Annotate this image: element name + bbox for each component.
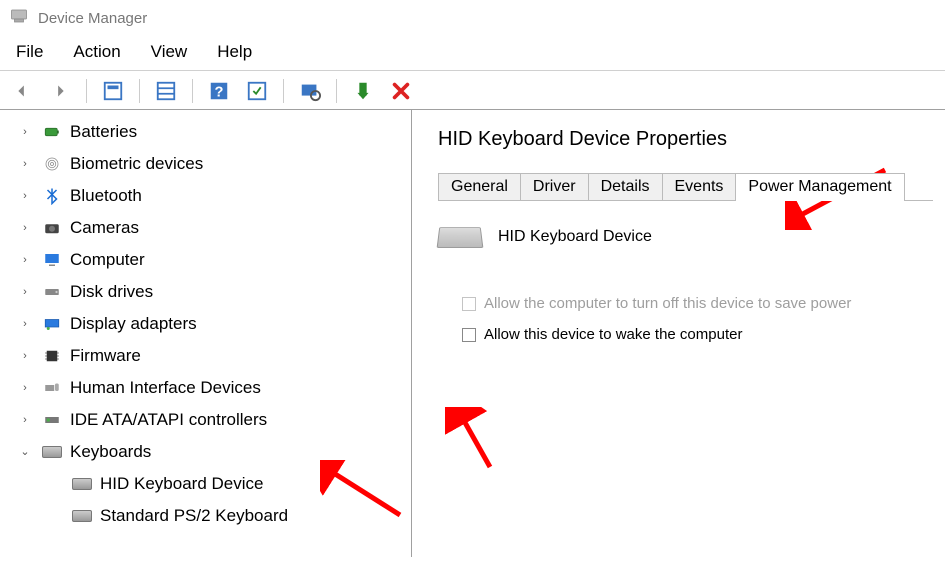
- tree-label: Firmware: [70, 343, 141, 369]
- camera-icon: [42, 218, 62, 238]
- tree-item-batteries[interactable]: › Batteries: [0, 116, 411, 148]
- keyboard-icon: [437, 227, 484, 248]
- computer-icon: [42, 250, 62, 270]
- hid-icon: [42, 378, 62, 398]
- ide-icon: [42, 410, 62, 430]
- chevron-right-icon[interactable]: ›: [16, 311, 34, 337]
- checkbox-label: Allow the computer to turn off this devi…: [484, 295, 851, 312]
- tab-power-management[interactable]: Power Management: [735, 173, 904, 200]
- tree-item-hid-keyboard[interactable]: HID Keyboard Device: [0, 468, 411, 500]
- tab-events[interactable]: Events: [662, 173, 737, 200]
- tree-item-computer[interactable]: › Computer: [0, 244, 411, 276]
- tree-item-bluetooth[interactable]: › Bluetooth: [0, 180, 411, 212]
- toolbar: ?: [0, 71, 945, 110]
- tree-label: Cameras: [70, 215, 139, 241]
- menu-file[interactable]: File: [10, 40, 49, 64]
- back-button[interactable]: [8, 77, 36, 105]
- chevron-right-icon[interactable]: ›: [16, 215, 34, 241]
- device-tree: › Batteries › Biometric devices › Blueto…: [0, 110, 412, 557]
- display-icon: [42, 314, 62, 334]
- chevron-right-icon[interactable]: ›: [16, 247, 34, 273]
- biometric-icon: [42, 154, 62, 174]
- keyboard-icon: [72, 474, 92, 494]
- device-header: HID Keyboard Device: [438, 225, 933, 249]
- tab-driver[interactable]: Driver: [520, 173, 589, 200]
- tree-item-cameras[interactable]: › Cameras: [0, 212, 411, 244]
- tree-item-keyboards[interactable]: ⌄ Keyboards: [0, 436, 411, 468]
- menubar: File Action View Help: [0, 36, 945, 71]
- table-icon[interactable]: [152, 77, 180, 105]
- properties-tabs: General Driver Details Events Power Mana…: [438, 173, 933, 201]
- battery-icon: [42, 122, 62, 142]
- firmware-icon: [42, 346, 62, 366]
- checkbox-turn-off: Allow the computer to turn off this devi…: [462, 295, 933, 312]
- forward-button[interactable]: [46, 77, 74, 105]
- chevron-right-icon[interactable]: ›: [16, 119, 34, 145]
- keyboard-icon: [42, 442, 62, 462]
- checkbox-label: Allow this device to wake the computer: [484, 326, 742, 343]
- tab-general[interactable]: General: [438, 173, 521, 200]
- chevron-right-icon[interactable]: ›: [16, 279, 34, 305]
- delete-icon[interactable]: [387, 77, 415, 105]
- tree-item-disk-drives[interactable]: › Disk drives: [0, 276, 411, 308]
- window-title: Device Manager: [38, 10, 147, 27]
- device-name: HID Keyboard Device: [498, 228, 652, 246]
- app-icon: [10, 7, 28, 30]
- chevron-right-icon[interactable]: ›: [16, 375, 34, 401]
- chevron-right-icon[interactable]: ›: [16, 183, 34, 209]
- tree-label: Keyboards: [70, 439, 151, 465]
- checkbox-icon[interactable]: [462, 328, 476, 342]
- chevron-right-icon[interactable]: ›: [16, 343, 34, 369]
- tree-item-ps2-keyboard[interactable]: Standard PS/2 Keyboard: [0, 500, 411, 532]
- chevron-right-icon[interactable]: ›: [16, 151, 34, 177]
- checkbox-wake[interactable]: Allow this device to wake the computer: [462, 326, 933, 343]
- properties-icon[interactable]: [99, 77, 127, 105]
- tree-label: IDE ATA/ATAPI controllers: [70, 407, 267, 433]
- tab-details[interactable]: Details: [588, 173, 663, 200]
- properties-panel: HID Keyboard Device Properties General D…: [412, 110, 945, 557]
- tree-label: Human Interface Devices: [70, 375, 261, 401]
- tree-label: HID Keyboard Device: [100, 471, 263, 497]
- tree-item-biometric[interactable]: › Biometric devices: [0, 148, 411, 180]
- tree-item-firmware[interactable]: › Firmware: [0, 340, 411, 372]
- chevron-down-icon[interactable]: ⌄: [16, 439, 34, 465]
- tree-label: Biometric devices: [70, 151, 203, 177]
- tree-item-ide[interactable]: › IDE ATA/ATAPI controllers: [0, 404, 411, 436]
- enable-icon[interactable]: [349, 77, 377, 105]
- content: › Batteries › Biometric devices › Blueto…: [0, 110, 945, 557]
- titlebar: Device Manager: [0, 0, 945, 36]
- tree-label: Standard PS/2 Keyboard: [100, 503, 288, 529]
- tree-item-hid[interactable]: › Human Interface Devices: [0, 372, 411, 404]
- chevron-right-icon[interactable]: ›: [16, 407, 34, 433]
- properties-title: HID Keyboard Device Properties: [438, 128, 933, 151]
- tree-label: Disk drives: [70, 279, 153, 305]
- disk-icon: [42, 282, 62, 302]
- tree-label: Batteries: [70, 119, 137, 145]
- checkbox-icon: [462, 297, 476, 311]
- menu-view[interactable]: View: [145, 40, 194, 64]
- help-icon[interactable]: ?: [205, 77, 233, 105]
- tree-label: Display adapters: [70, 311, 197, 337]
- action-icon[interactable]: [243, 77, 271, 105]
- tree-label: Bluetooth: [70, 183, 142, 209]
- svg-text:?: ?: [215, 85, 224, 101]
- tab-content: HID Keyboard Device Allow the computer t…: [438, 201, 933, 343]
- menu-action[interactable]: Action: [67, 40, 126, 64]
- menu-help[interactable]: Help: [211, 40, 258, 64]
- keyboard-icon: [72, 506, 92, 526]
- scan-icon[interactable]: [296, 77, 324, 105]
- tree-label: Computer: [70, 247, 145, 273]
- bluetooth-icon: [42, 186, 62, 206]
- tree-item-display[interactable]: › Display adapters: [0, 308, 411, 340]
